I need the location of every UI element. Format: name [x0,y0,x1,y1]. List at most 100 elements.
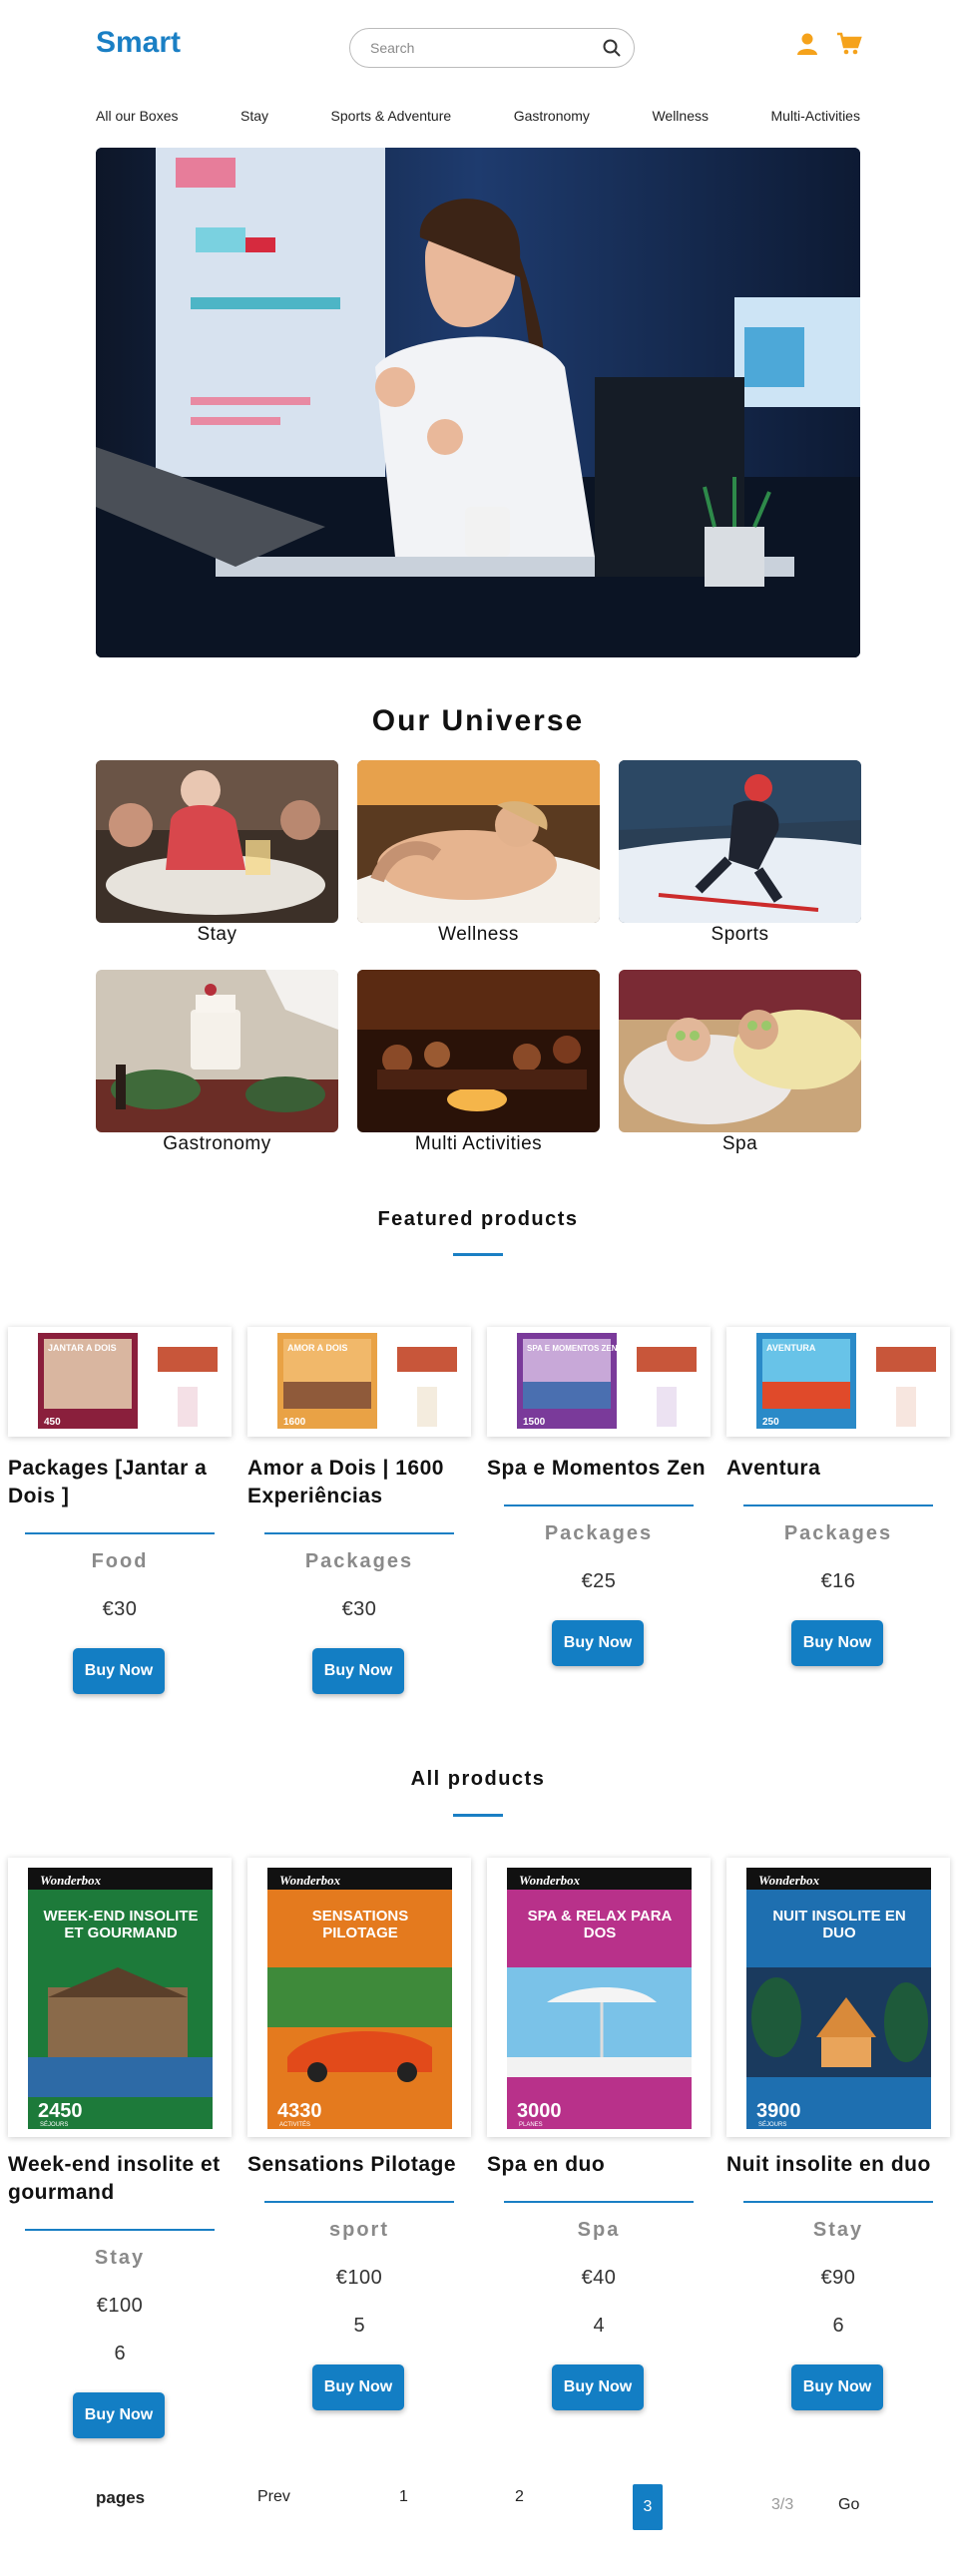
product-card: Wonderbox SENSATIONS PILOTAGE 4330 ACTIV… [239,1858,471,2410]
nav-item-stay[interactable]: Stay [240,108,268,128]
main-nav: All our Boxes Stay Sports & Adventure Ga… [96,108,860,128]
product-image[interactable]: Wonderbox WEEK-END INSOLITE ET GOURMAND … [8,1858,232,2137]
stay-photo [96,760,338,923]
product-category: Stay [812,2219,864,2241]
universe-label-sports[interactable]: Sports [619,924,861,946]
product-name[interactable]: Packages [Jantar a Dois ] [8,1455,238,1510]
cover-title: NUIT INSOLITE EN DUO [772,1908,906,1941]
product-image[interactable]: JANTAR A DOIS 450 [8,1327,232,1437]
pagination-go[interactable]: Go [838,2496,859,2514]
product-divider [25,1532,215,1534]
all-products-title: All products [410,1768,546,1790]
product-image[interactable]: Wonderbox NUIT INSOLITE EN DUO 3900 SÉJO… [726,1858,950,2137]
product-price: €40 [581,2267,617,2289]
product-card: Wonderbox SPA & RELAX PARA DOS 3000 PLAN… [479,1858,711,2410]
product-card: Wonderbox WEEK-END INSOLITE ET GOURMAND … [0,1858,232,2438]
product-name[interactable]: Spa e Momentos Zen [487,1455,717,1483]
search-input[interactable] [370,38,590,58]
buy-now-button[interactable]: Buy Now [552,1620,644,1666]
universe-tile-gastronomy[interactable] [96,970,338,1132]
gastronomy-photo [96,970,338,1132]
nav-item-wellness[interactable]: Wellness [652,108,709,128]
pagination-counter: 3/3 [771,2496,794,2513]
product-name[interactable]: Spa en duo [487,2151,717,2179]
universe-tile-spa[interactable] [619,970,861,1132]
cover-count: 450 [44,1417,61,1428]
hero-photo [96,148,860,657]
universe-tile-sports[interactable] [619,760,861,923]
product-category: Packages [544,1522,654,1544]
universe-tile-stay[interactable] [96,760,338,923]
cover-title: AVENTURA [766,1343,816,1353]
pagination-prev[interactable]: Prev [257,2488,290,2506]
cover-title: SPA & RELAX PARA DOS [527,1908,673,1941]
brand-logo: Wonderbox [758,1873,820,1888]
product-category: Packages [304,1550,414,1572]
user-icon[interactable] [796,32,818,56]
featured-card: JANTAR A DOIS 450 Packages [Jantar a Doi… [0,1327,232,1706]
brand-logo: Wonderbox [519,1873,581,1888]
product-image[interactable]: SPA E MOMENTOS ZEN 1500 [487,1327,711,1437]
product-card: Wonderbox NUIT INSOLITE EN DUO 3900 SÉJO… [718,1858,950,2410]
cover-count: 4330 [277,2100,322,2122]
product-image[interactable]: AVENTURA 250 [726,1327,950,1437]
product-quantity: 6 [832,2315,844,2337]
spa-photo [619,970,861,1132]
nav-item-multi-activities[interactable]: Multi-Activities [771,108,860,128]
universe-title: Our Universe [371,704,585,737]
cover-count: 2450 [38,2100,83,2122]
cover-title: SENSATIONS PILOTAGE [311,1908,409,1941]
universe-label-wellness[interactable]: Wellness [357,924,600,946]
product-divider [264,2201,454,2203]
buy-now-button[interactable]: Buy Now [552,2364,644,2410]
buy-now-button[interactable]: Buy Now [791,2364,883,2410]
cover-count-label: PLANES [519,2122,543,2128]
product-name[interactable]: Week-end insolite et gourmand [8,2151,238,2207]
nav-item-sports-adventure[interactable]: Sports & Adventure [331,108,452,128]
all-products-title-underline [453,1814,503,1817]
buy-now-button[interactable]: Buy Now [312,2364,404,2410]
site-header: Smart [0,0,956,92]
cart-icon[interactable] [836,32,862,56]
pagination-page-current[interactable]: 3 [633,2484,663,2530]
universe-label-multi-activities[interactable]: Multi Activities [357,1133,600,1155]
cover-title: JANTAR A DOIS [48,1343,117,1353]
search-bar[interactable] [349,28,635,68]
product-category: Food [91,1550,149,1572]
buy-now-button[interactable]: Buy Now [73,2392,165,2438]
product-category: Spa [577,2219,621,2241]
product-name[interactable]: Sensations Pilotage [247,2151,477,2179]
product-image[interactable]: Wonderbox SPA & RELAX PARA DOS 3000 PLAN… [487,1858,711,2137]
universe-label-gastronomy[interactable]: Gastronomy [96,1133,338,1155]
product-name[interactable]: Aventura [726,1455,956,1483]
pagination-page-2[interactable]: 2 [515,2488,524,2506]
universe-label-spa[interactable]: Spa [619,1133,861,1155]
cover-title: SPA E MOMENTOS ZEN [527,1344,618,1353]
nav-item-all-boxes[interactable]: All our Boxes [96,108,178,128]
product-quantity: 5 [353,2315,365,2337]
buy-now-button[interactable]: Buy Now [73,1648,165,1694]
cover-count: 1600 [283,1417,306,1428]
universe-tile-multi-activities[interactable] [357,970,600,1132]
product-image[interactable]: Wonderbox SENSATIONS PILOTAGE 4330 ACTIV… [247,1858,471,2137]
multi-activities-photo [357,970,600,1132]
product-quantity: 4 [593,2315,605,2337]
buy-now-button[interactable]: Buy Now [312,1648,404,1694]
universe-tile-wellness[interactable] [357,760,600,923]
pagination-page-1[interactable]: 1 [399,2488,408,2506]
product-price: €30 [102,1598,138,1620]
product-name[interactable]: Amor a Dois | 1600 Experiências [247,1455,477,1510]
product-price: €16 [820,1570,856,1592]
product-price: €90 [820,2267,856,2289]
featured-title-underline [453,1253,503,1256]
universe-label-stay[interactable]: Stay [96,924,338,946]
product-image[interactable]: AMOR A DOIS 1600 [247,1327,471,1437]
product-name[interactable]: Nuit insolite en duo [726,2151,956,2179]
buy-now-button[interactable]: Buy Now [791,1620,883,1666]
featured-card: AMOR A DOIS 1600 Amor a Dois | 1600 Expe… [239,1327,471,1706]
brand-logo: Wonderbox [40,1873,102,1888]
nav-item-gastronomy[interactable]: Gastronomy [514,108,590,128]
product-price: €100 [96,2295,144,2317]
site-logo[interactable]: Smart [96,26,181,60]
search-icon[interactable] [602,38,622,58]
